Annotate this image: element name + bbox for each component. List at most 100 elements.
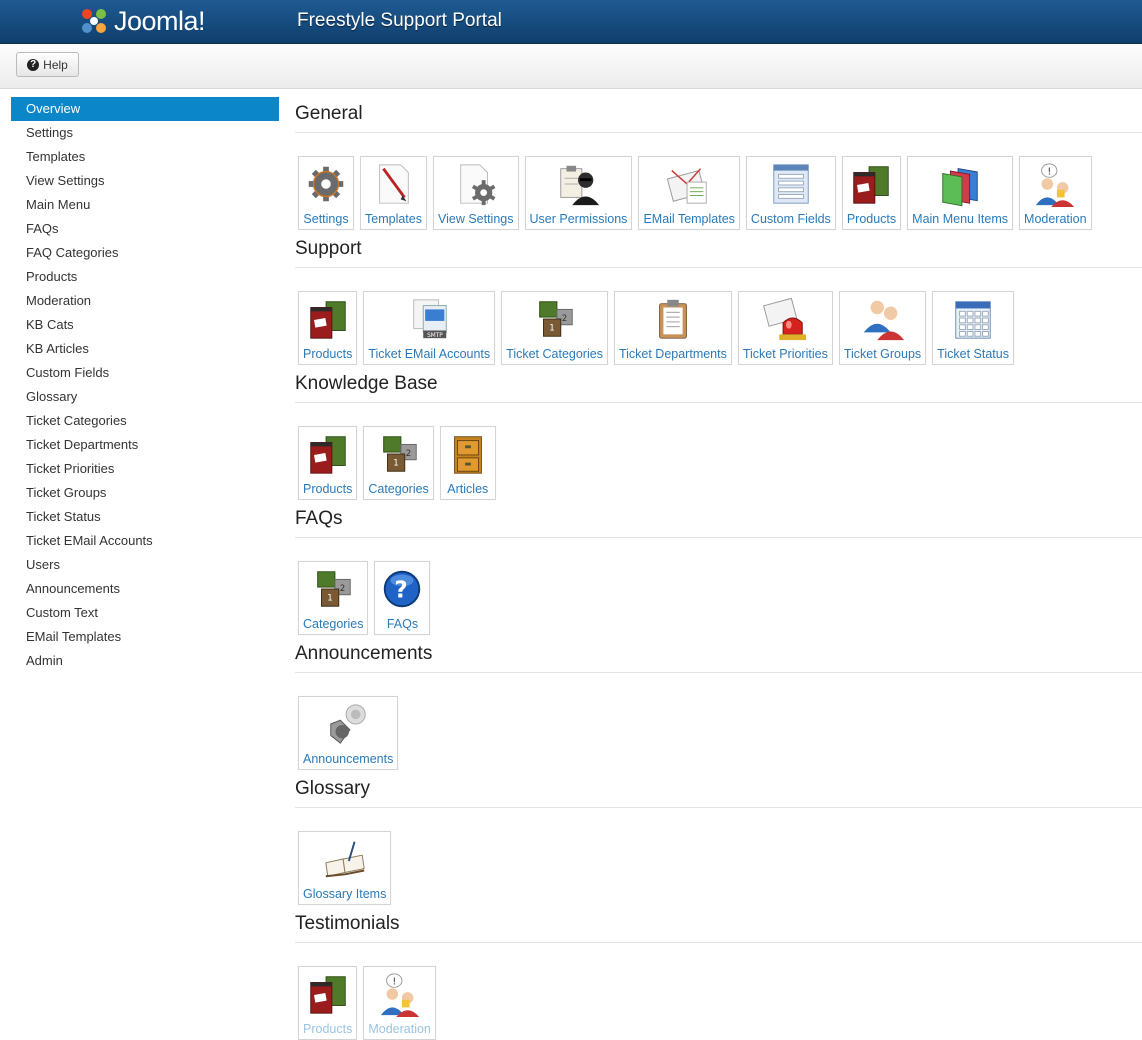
tile-label: Products xyxy=(846,212,897,226)
smtp-server-icon: SMTP xyxy=(405,295,453,343)
user-clipboard-icon xyxy=(554,160,602,208)
svg-text:1: 1 xyxy=(549,324,554,334)
tile-products[interactable]: Products xyxy=(298,291,358,365)
form-fields-icon xyxy=(767,160,815,208)
tile-ticket-departments[interactable]: Ticket Departments xyxy=(613,291,732,365)
tile-label: Ticket EMail Accounts xyxy=(368,347,491,361)
sidebar-item-settings[interactable]: Settings xyxy=(11,121,279,145)
tile-settings[interactable]: Settings xyxy=(298,156,354,230)
tile-label: EMail Templates xyxy=(643,212,735,226)
tile-articles[interactable]: Articles xyxy=(439,426,496,500)
sidebar-item-glossary[interactable]: Glossary xyxy=(11,385,279,409)
sidebar-item-custom-text[interactable]: Custom Text xyxy=(11,601,279,625)
sidebar-item-view-settings[interactable]: View Settings xyxy=(11,169,279,193)
tile-ticket-email-accounts[interactable]: SMTP Ticket EMail Accounts xyxy=(363,291,496,365)
tile-ticket-priorities[interactable]: Ticket Priorities xyxy=(737,291,833,365)
tile-label: Ticket Groups xyxy=(843,347,922,361)
tile-moderation[interactable]: ! Moderation xyxy=(1019,156,1092,230)
tile-ticket-groups[interactable]: Ticket Groups xyxy=(838,291,927,365)
sidebar-item-overview[interactable]: Overview xyxy=(11,97,279,121)
tile-categories[interactable]: 2 1 Categories xyxy=(298,561,369,635)
tile-categories[interactable]: 2 1 Categories xyxy=(363,426,434,500)
sidebar-item-ticket-groups[interactable]: Ticket Groups xyxy=(11,481,279,505)
tile-label: Templates xyxy=(365,212,422,226)
menu-panels-icon xyxy=(936,160,984,208)
tile-label: Ticket Categories xyxy=(506,347,603,361)
tile-email-templates[interactable]: EMail Templates xyxy=(638,156,740,230)
joomla-logo[interactable]: Joomla! xyxy=(78,3,206,39)
sidebar-item-kb-cats[interactable]: KB Cats xyxy=(11,313,279,337)
sidebar-item-products[interactable]: Products xyxy=(11,265,279,289)
tile-view-settings[interactable]: View Settings xyxy=(432,156,519,230)
tile-templates[interactable]: Templates xyxy=(360,156,427,230)
sidebar-item-custom-fields[interactable]: Custom Fields xyxy=(11,361,279,385)
sidebar-item-faq-categories[interactable]: FAQ Categories xyxy=(11,241,279,265)
tile-announcements[interactable]: Announcements xyxy=(298,696,399,770)
filing-cabinet-icon xyxy=(444,430,492,478)
sidebar-item-ticket-categories[interactable]: Ticket Categories xyxy=(11,409,279,433)
category-boxes-icon: 21 xyxy=(375,430,423,478)
svg-text:!: ! xyxy=(1048,166,1052,177)
tile-label: Settings xyxy=(303,212,349,226)
svg-text:2: 2 xyxy=(340,584,345,594)
tile-row: Glossary Items xyxy=(298,831,392,905)
speaker-icon xyxy=(324,700,372,748)
svg-text:2: 2 xyxy=(561,314,566,324)
product-boxes-icon xyxy=(304,295,352,343)
tile-label: User Permissions xyxy=(529,212,628,226)
tile-faqs[interactable]: ? FAQs xyxy=(374,561,431,635)
question-circle-icon: ? xyxy=(27,58,40,71)
status-calendar-icon xyxy=(949,295,997,343)
sidebar-item-email-templates[interactable]: EMail Templates xyxy=(11,625,279,649)
tile-label: Main Menu Items xyxy=(912,212,1009,226)
help-button[interactable]: ? Help xyxy=(16,52,79,77)
tile-label: Custom Fields xyxy=(750,212,831,226)
sidebar-item-admin[interactable]: Admin xyxy=(11,649,279,673)
logo-text: Joomla! xyxy=(114,5,206,36)
tile-row: 2 1 Categories? FAQs xyxy=(298,561,431,635)
tile-products[interactable]: Products xyxy=(298,426,358,500)
sidebar-item-users[interactable]: Users xyxy=(11,553,279,577)
help-question-icon: ? xyxy=(378,565,426,613)
joomla-logo-icon xyxy=(82,9,106,33)
tile-label: Ticket Status xyxy=(937,347,1009,361)
tile-label: Categories xyxy=(303,617,364,631)
product-boxes-icon xyxy=(304,970,352,1018)
clipboard-icon xyxy=(649,295,697,343)
sidebar-item-ticket-email-accounts[interactable]: Ticket EMail Accounts xyxy=(11,529,279,553)
sidebar-item-ticket-status[interactable]: Ticket Status xyxy=(11,505,279,529)
svg-text:!: ! xyxy=(392,976,396,987)
tile-label: Moderation xyxy=(368,1022,431,1036)
tile-label: View Settings xyxy=(437,212,514,226)
section-title-general: General xyxy=(295,103,1142,133)
tile-label: Announcements xyxy=(303,752,394,766)
section-title-announcements: Announcements xyxy=(295,643,1142,673)
tile-main-menu-items[interactable]: Main Menu Items xyxy=(907,156,1014,230)
tile-ticket-status[interactable]: Ticket Status xyxy=(932,291,1014,365)
tile-row: Announcements xyxy=(298,696,399,770)
sidebar-item-moderation[interactable]: Moderation xyxy=(11,289,279,313)
template-brush-icon xyxy=(369,160,417,208)
tile-custom-fields[interactable]: Custom Fields xyxy=(745,156,836,230)
tile-user-permissions[interactable]: User Permissions xyxy=(524,156,633,230)
tile-label: Products xyxy=(303,347,353,361)
sidebar-item-ticket-priorities[interactable]: Ticket Priorities xyxy=(11,457,279,481)
sidebar-item-templates[interactable]: Templates xyxy=(11,145,279,169)
sidebar-item-main-menu[interactable]: Main Menu xyxy=(11,193,279,217)
sidebar-item-faqs[interactable]: FAQs xyxy=(11,217,279,241)
gear-icon xyxy=(302,160,350,208)
tile-glossary-items[interactable]: Glossary Items xyxy=(298,831,392,905)
top-header: Joomla! Freestyle Support Portal xyxy=(0,0,1142,44)
tile-products[interactable]: Products xyxy=(841,156,902,230)
sidebar-item-ticket-departments[interactable]: Ticket Departments xyxy=(11,433,279,457)
tile-label: FAQs xyxy=(386,617,419,631)
tile-products[interactable]: Products xyxy=(298,966,358,1040)
tile-ticket-categories[interactable]: 2 1 Ticket Categories xyxy=(501,291,608,365)
section-title-support: Support xyxy=(295,238,1142,268)
tile-moderation[interactable]: ! Moderation xyxy=(363,966,436,1040)
sidebar-item-announcements[interactable]: Announcements xyxy=(11,577,279,601)
sidebar-item-kb-articles[interactable]: KB Articles xyxy=(11,337,279,361)
section-title-glossary: Glossary xyxy=(295,778,1142,808)
open-book-icon xyxy=(321,835,369,883)
category-boxes-icon: 21 xyxy=(309,565,357,613)
